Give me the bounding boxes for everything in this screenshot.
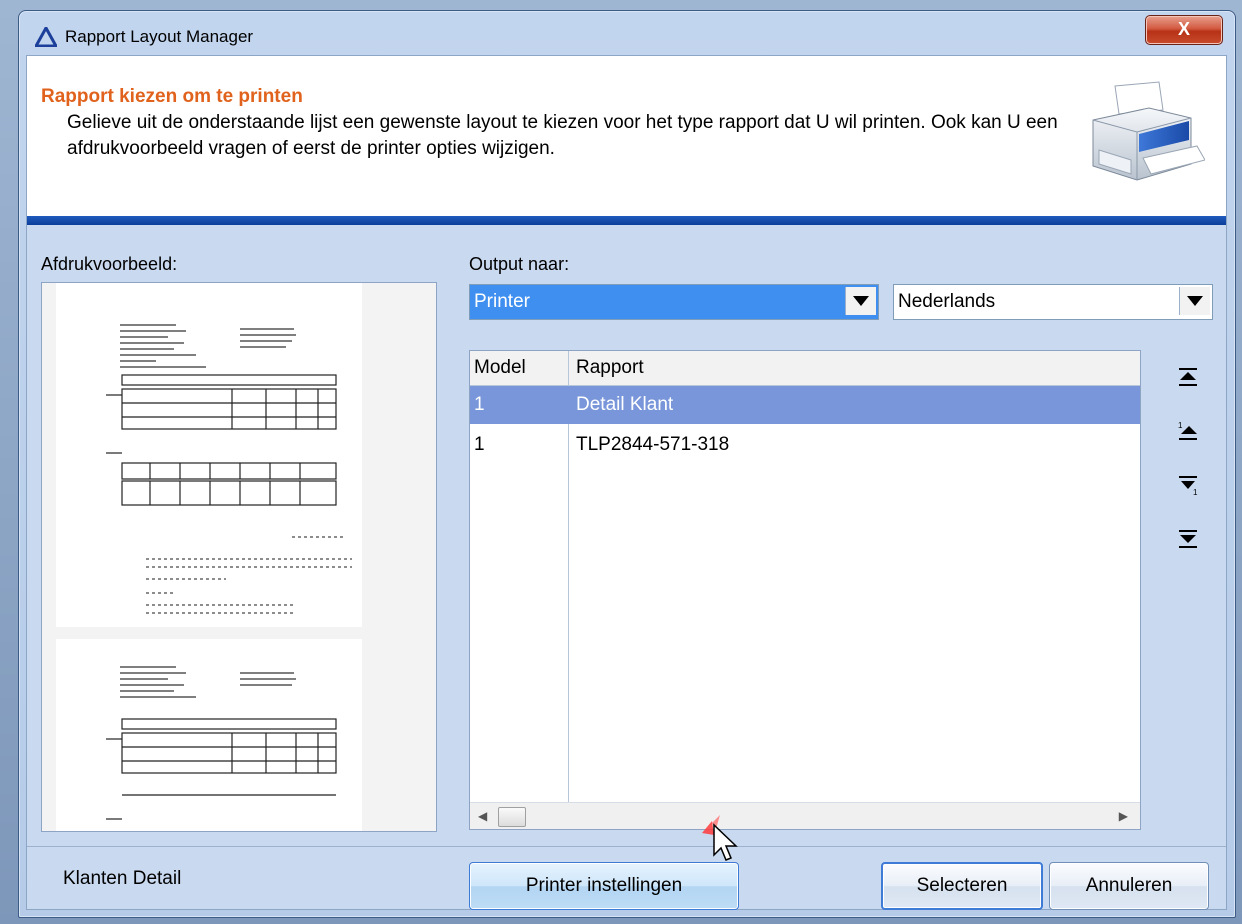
move-to-bottom-button[interactable]	[1173, 524, 1203, 554]
printer-settings-button[interactable]: Printer instellingen	[469, 862, 739, 910]
scroll-right-icon[interactable]: ▶	[1119, 809, 1128, 823]
scroll-left-icon[interactable]: ◀	[478, 809, 487, 823]
cell-model: 1	[474, 394, 485, 415]
report-layout-grid[interactable]: Model Rapport 1 Detail Klant 1 TLP2844-5…	[469, 350, 1141, 830]
mouse-cursor-icon	[702, 815, 738, 861]
preview-page-1	[56, 283, 362, 627]
header-separator	[27, 216, 1226, 225]
cancel-button[interactable]: Annuleren	[1049, 862, 1209, 910]
grid-header: Model Rapport	[470, 351, 1140, 386]
preview-page-2	[56, 639, 362, 831]
footer-label: Klanten Detail	[63, 868, 182, 889]
cell-rapport: TLP2844-571-318	[576, 434, 730, 455]
move-up-icon: 1	[1178, 421, 1197, 440]
cell-model: 1	[474, 434, 485, 455]
column-header-rapport[interactable]: Rapport	[576, 357, 644, 379]
footer-separator	[27, 846, 1226, 847]
horizontal-scrollbar[interactable]: ◀ ▶	[470, 802, 1140, 829]
output-label: Output naar:	[469, 254, 570, 274]
move-to-top-icon	[1179, 368, 1197, 386]
move-to-bottom-icon	[1179, 530, 1197, 548]
output-target-select[interactable]: Printer	[469, 284, 879, 320]
print-preview-pane[interactable]	[41, 282, 437, 832]
scroll-thumb[interactable]	[498, 807, 526, 827]
move-down-icon: 1	[1179, 476, 1198, 496]
dialog-client-area: Rapport kiezen om te printen Gelieve uit…	[26, 55, 1227, 910]
preview-page-1-thumbnail	[106, 324, 352, 614]
dialog-window: Rapport Layout Manager X Rapport kiezen …	[18, 10, 1236, 918]
window-title: Rapport Layout Manager	[65, 27, 254, 46]
chevron-down-icon[interactable]	[845, 287, 876, 315]
close-button[interactable]: X	[1145, 15, 1223, 45]
dialog-header: Rapport kiezen om te printen Gelieve uit…	[27, 56, 1226, 216]
printer-icon	[1092, 81, 1205, 181]
language-select[interactable]: Nederlands	[893, 284, 1213, 320]
cell-rapport: Detail Klant	[576, 394, 674, 415]
output-target-value: Printer	[474, 291, 530, 312]
move-to-top-button[interactable]	[1173, 362, 1203, 392]
preview-label: Afdrukvoorbeeld:	[41, 254, 178, 274]
table-row[interactable]: 1 TLP2844-571-318	[470, 426, 1140, 464]
app-triangle-icon	[35, 27, 57, 47]
move-up-button[interactable]: 1	[1173, 416, 1203, 446]
svg-text:1: 1	[1193, 488, 1198, 496]
language-value: Nederlands	[898, 291, 996, 312]
column-header-model[interactable]: Model	[474, 357, 526, 379]
header-description: Gelieve uit de onderstaande lijst een ge…	[67, 112, 1058, 159]
title-bar[interactable]: Rapport Layout Manager X	[19, 11, 1235, 55]
preview-page-2-thumbnail	[106, 666, 337, 820]
header-title: Rapport kiezen om te printen	[41, 86, 303, 107]
chevron-down-icon[interactable]	[1179, 287, 1210, 315]
select-button[interactable]: Selecteren	[881, 862, 1043, 910]
move-down-button[interactable]: 1	[1173, 470, 1203, 500]
svg-text:1: 1	[1178, 421, 1183, 430]
table-row[interactable]: 1 Detail Klant	[470, 386, 1140, 424]
